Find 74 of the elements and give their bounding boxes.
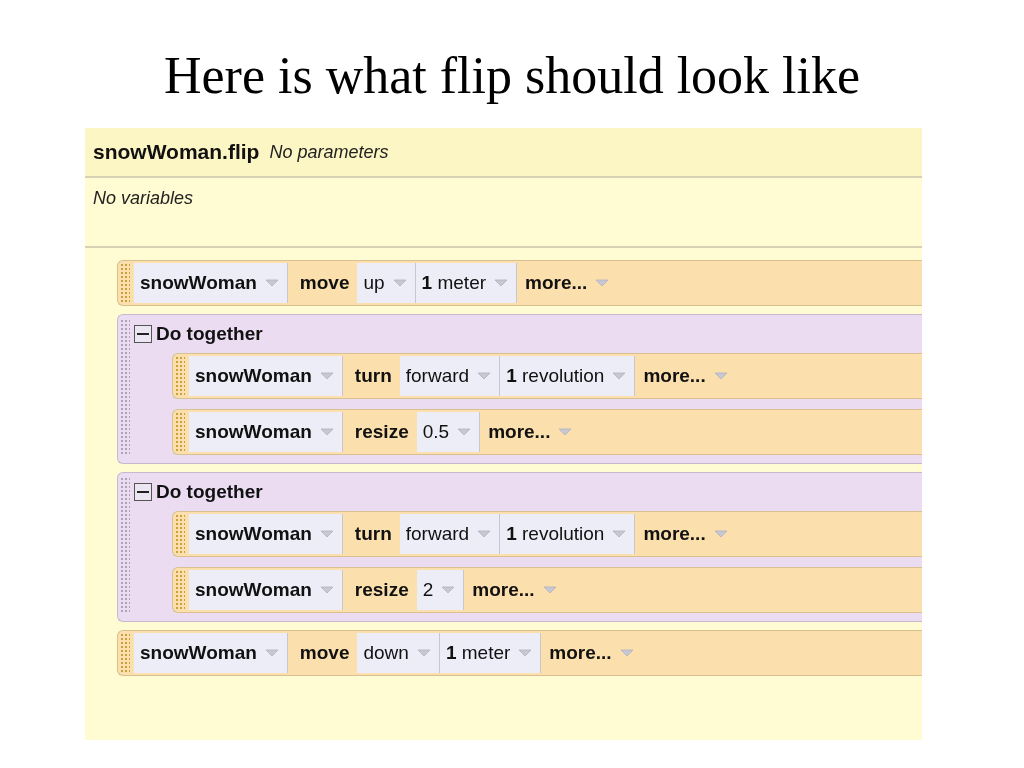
dropdown-arrow-icon (457, 428, 472, 436)
statement-block[interactable]: snowWoman resize 0.5 more... (172, 409, 922, 455)
collapse-icon[interactable] (134, 325, 152, 343)
method-name: turn (353, 522, 393, 546)
object-dropdown[interactable]: snowWoman (189, 570, 343, 610)
dropdown-arrow-icon (595, 279, 610, 287)
collapse-icon[interactable] (134, 483, 152, 501)
parameter-dropdown[interactable]: 2 (416, 570, 465, 610)
object-dropdown[interactable]: snowWoman (189, 356, 343, 396)
dropdown-arrow-icon (441, 586, 456, 594)
parameters-label: No parameters (269, 141, 389, 163)
parameter-dropdown[interactable]: 1 revolution (500, 356, 636, 396)
parameter-dropdown[interactable]: down (357, 633, 440, 673)
parameter-dropdown[interactable]: 1 revolution (500, 514, 636, 554)
more-dropdown[interactable]: more... (519, 263, 618, 303)
dropdown-arrow-icon (392, 279, 407, 287)
statement-block[interactable]: snowWoman move down 1 meter more... (117, 630, 922, 676)
drag-grip-icon[interactable] (175, 570, 185, 610)
more-dropdown[interactable]: more... (482, 412, 581, 452)
method-name: move (298, 641, 351, 665)
drag-grip-icon[interactable] (175, 514, 185, 554)
statement-block[interactable]: snowWoman move up 1 meter more... (117, 260, 922, 306)
drag-grip-icon[interactable] (175, 412, 185, 452)
dropdown-arrow-icon (542, 586, 557, 594)
method-name: move (298, 271, 351, 295)
do-together-block[interactable]: Do together snowWoman turn forward 1 revolution more... snowWoman resize 0.5 more... (117, 314, 922, 464)
more-dropdown[interactable]: more... (543, 633, 642, 673)
variables-label: No variables (93, 188, 194, 209)
do-together-block[interactable]: Do together snowWoman turn forward 1 revolution more... snowWoman resize 2 more... (117, 472, 922, 622)
drag-grip-icon[interactable] (120, 633, 130, 673)
more-dropdown[interactable]: more... (637, 514, 736, 554)
dropdown-arrow-icon (264, 649, 279, 657)
dropdown-arrow-icon (319, 428, 334, 436)
dropdown-arrow-icon (319, 372, 334, 380)
dropdown-arrow-icon (612, 372, 627, 380)
block-title: Do together (156, 323, 263, 345)
statement-block[interactable]: snowWoman turn forward 1 revolution more... (172, 511, 922, 557)
parameter-dropdown[interactable]: forward (399, 356, 501, 396)
dropdown-arrow-icon (477, 372, 492, 380)
statement-block[interactable]: snowWoman turn forward 1 revolution more... (172, 353, 922, 399)
drag-grip-icon[interactable] (120, 319, 130, 455)
method-name: resize (353, 420, 410, 444)
parameter-dropdown[interactable]: forward (399, 514, 501, 554)
dropdown-arrow-icon (713, 530, 728, 538)
dropdown-arrow-icon (477, 530, 492, 538)
dropdown-arrow-icon (319, 530, 334, 538)
dropdown-arrow-icon (558, 428, 573, 436)
dropdown-arrow-icon (319, 586, 334, 594)
dropdown-arrow-icon (619, 649, 634, 657)
parameter-dropdown[interactable]: 1 meter (439, 633, 542, 673)
dropdown-arrow-icon (264, 279, 279, 287)
dropdown-arrow-icon (518, 649, 533, 657)
parameter-dropdown[interactable]: 0.5 (416, 412, 481, 452)
object-dropdown[interactable]: snowWoman (189, 412, 343, 452)
dropdown-arrow-icon (612, 530, 627, 538)
method-name: turn (353, 364, 393, 388)
statement-block[interactable]: snowWoman resize 2 more... (172, 567, 922, 613)
drag-grip-icon[interactable] (120, 477, 130, 613)
object-dropdown[interactable]: snowWoman (134, 633, 288, 673)
drag-grip-icon[interactable] (120, 263, 130, 303)
method-name: snowWoman.flip (93, 140, 260, 164)
dropdown-arrow-icon (416, 649, 431, 657)
block-title: Do together (156, 481, 263, 503)
object-dropdown[interactable]: snowWoman (189, 514, 343, 554)
parameter-dropdown[interactable]: 1 meter (415, 263, 518, 303)
more-dropdown[interactable]: more... (637, 356, 736, 396)
dropdown-arrow-icon (713, 372, 728, 380)
slide-title: Here is what flip should look like (163, 46, 861, 106)
more-dropdown[interactable]: more... (466, 570, 565, 610)
drag-grip-icon[interactable] (175, 356, 185, 396)
object-dropdown[interactable]: snowWoman (134, 263, 288, 303)
parameter-dropdown[interactable]: up (357, 263, 416, 303)
dropdown-arrow-icon (494, 279, 509, 287)
method-name: resize (353, 578, 410, 602)
